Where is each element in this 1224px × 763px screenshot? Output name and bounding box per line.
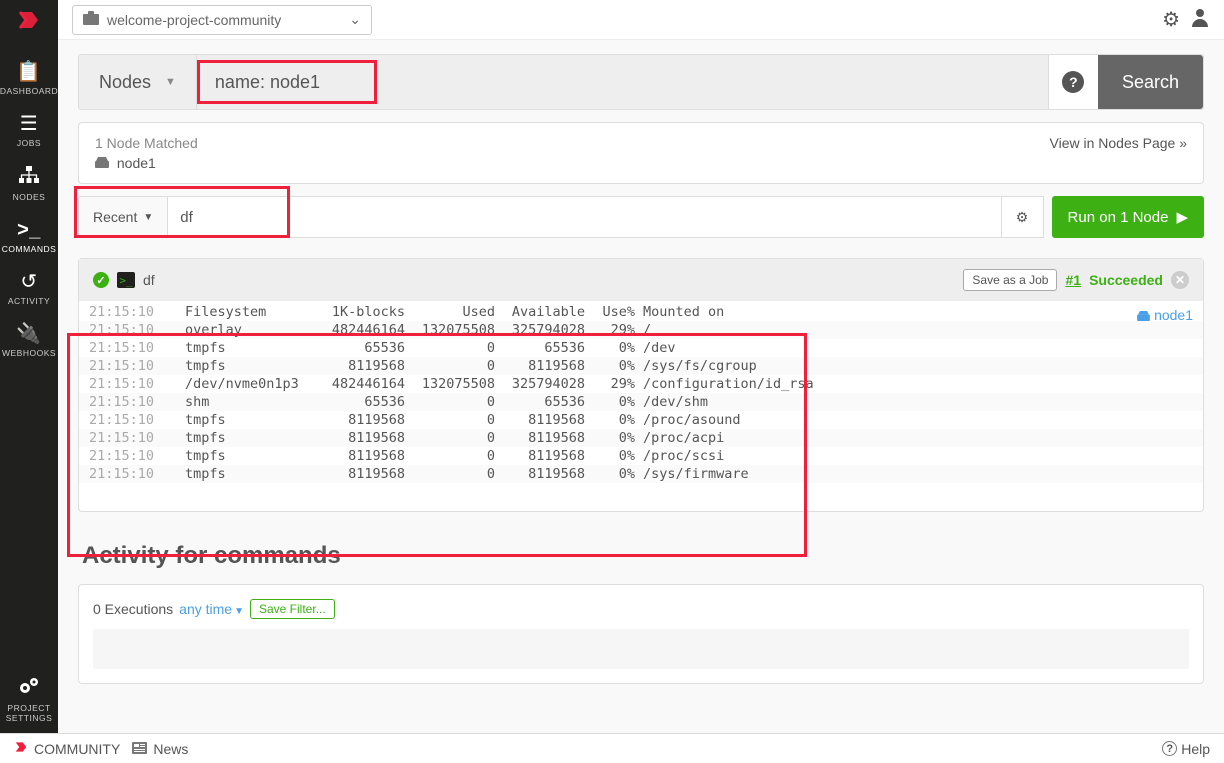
history-icon: ↺: [20, 272, 37, 292]
question-icon: ?: [1162, 741, 1177, 756]
executed-command: df: [143, 272, 155, 288]
nav-label: PROJECT SETTINGS: [0, 704, 58, 723]
nav-label: NODES: [13, 192, 46, 202]
briefcase-icon: [83, 11, 99, 28]
table-row: 21:15:10tmpfs8119568081195680%/proc/acpi: [79, 429, 1203, 447]
nav-jobs[interactable]: ☰ JOBS: [0, 104, 58, 156]
save-filter-button[interactable]: Save Filter...: [250, 599, 335, 619]
node-filter-input[interactable]: [211, 66, 1034, 99]
clipboard-icon: 📋: [16, 62, 41, 82]
command-input-row: Recent ▼ ⚙ Run on 1 Node ▶: [78, 196, 1204, 238]
execution-id-link[interactable]: #1: [1065, 272, 1081, 288]
node-search-bar: Nodes ▼ ? Search: [78, 54, 1204, 110]
list-icon: ☰: [20, 114, 38, 134]
news-icon: [132, 741, 147, 757]
caret-down-icon: ▼: [234, 606, 244, 617]
command-output-panel: ✓ >_ df Save as a Job #1 Succeeded ✕ nod…: [78, 258, 1204, 512]
nav-label: COMMANDS: [2, 244, 57, 254]
project-selector[interactable]: welcome-project-community ⌄: [72, 5, 372, 35]
run-command-button[interactable]: Run on 1 Node ▶: [1052, 196, 1204, 238]
play-icon: ▶: [1176, 208, 1188, 226]
activity-panel: 0 Executions any time▼ Save Filter...: [78, 584, 1204, 684]
link-label: Help: [1181, 741, 1210, 757]
hdd-icon: [95, 155, 113, 171]
nav-webhooks[interactable]: 🔌 WEBHOOKS: [0, 314, 58, 366]
node-name: node1: [117, 155, 156, 171]
table-row: 21:15:10Filesystem1K-blocksUsedAvailable…: [79, 303, 1203, 321]
match-summary: 1 Node Matched: [95, 135, 198, 151]
settings-gear-icon[interactable]: ⚙: [1162, 7, 1180, 32]
terminal-icon: >_: [17, 220, 41, 240]
table-row: 21:15:10tmpfs8119568081195680%/proc/scsi: [79, 447, 1203, 465]
search-help-button[interactable]: ?: [1048, 55, 1098, 109]
gear-icon: ⚙: [1016, 209, 1029, 226]
app-logo-icon[interactable]: [17, 8, 41, 32]
project-name: welcome-project-community: [107, 12, 281, 28]
command-input[interactable]: [167, 196, 1001, 238]
nav-label: DASHBOARD: [0, 86, 58, 96]
nav-label: JOBS: [17, 138, 41, 148]
output-node-link[interactable]: node1: [1137, 307, 1193, 323]
table-row: 21:15:10tmpfs655360655360%/dev: [79, 339, 1203, 357]
close-icon[interactable]: ✕: [1171, 271, 1189, 289]
save-as-job-button[interactable]: Save as a Job: [963, 269, 1057, 291]
dropdown-label: Recent: [93, 209, 137, 225]
sitemap-icon: [19, 166, 39, 188]
output-table: 21:15:10Filesystem1K-blocksUsedAvailable…: [79, 303, 1203, 483]
footer-help-link[interactable]: ? Help: [1162, 741, 1210, 757]
matched-node: node1: [95, 155, 198, 171]
topbar: welcome-project-community ⌄ ⚙: [58, 0, 1224, 40]
user-icon[interactable]: [1190, 7, 1210, 33]
footer-news-link[interactable]: News: [153, 741, 188, 757]
activity-list: [93, 629, 1189, 669]
nodes-dropdown[interactable]: Nodes ▼: [79, 55, 197, 109]
gears-icon: [18, 676, 40, 700]
footer-brand: COMMUNITY: [34, 741, 120, 757]
node-name: node1: [1154, 307, 1193, 323]
button-label: Run on 1 Node: [1068, 209, 1169, 226]
status-label: Succeeded: [1089, 272, 1163, 288]
caret-down-icon: ▼: [165, 76, 176, 88]
activity-heading: Activity for commands: [82, 542, 1204, 570]
button-label: Search: [1122, 72, 1179, 93]
table-row: 21:15:10shm655360655360%/dev/shm: [79, 393, 1203, 411]
nav-activity[interactable]: ↺ ACTIVITY: [0, 262, 58, 314]
table-row: 21:15:10tmpfs8119568081195680%/sys/firmw…: [79, 465, 1203, 483]
table-row: 21:15:10overlay4824461641320755083257940…: [79, 321, 1203, 339]
table-row: 21:15:10/dev/nvme0n1p3482446164132075508…: [79, 375, 1203, 393]
dropdown-label: any time: [179, 601, 232, 617]
table-row: 21:15:10tmpfs8119568081195680%/sys/fs/cg…: [79, 357, 1203, 375]
nav-dashboard[interactable]: 📋 DASHBOARD: [0, 52, 58, 104]
status-ok-icon: ✓: [93, 272, 109, 288]
view-nodes-link[interactable]: View in Nodes Page »: [1050, 135, 1188, 171]
dropdown-label: Nodes: [99, 72, 151, 93]
chevron-down-icon: ⌄: [349, 11, 361, 28]
search-button[interactable]: Search: [1098, 55, 1203, 109]
nodes-matched-panel: 1 Node Matched node1 View in Nodes Page …: [78, 122, 1204, 184]
sidebar: 📋 DASHBOARD ☰ JOBS NODES >_ COMMANDS ↺ A…: [0, 0, 58, 763]
time-filter-dropdown[interactable]: any time▼: [179, 601, 244, 617]
question-icon: ?: [1062, 71, 1084, 93]
nav-label: ACTIVITY: [8, 296, 50, 306]
table-row: 21:15:10tmpfs8119568081195680%/proc/asou…: [79, 411, 1203, 429]
command-settings-button[interactable]: ⚙: [1002, 196, 1044, 238]
nav-nodes[interactable]: NODES: [0, 156, 58, 210]
nav-commands[interactable]: >_ COMMANDS: [0, 210, 58, 262]
terminal-icon: >_: [117, 272, 135, 288]
executions-count: 0 Executions: [93, 601, 173, 617]
plug-icon: 🔌: [16, 324, 41, 344]
footer: COMMUNITY News ? Help: [0, 733, 1224, 763]
nav-label: WEBHOOKS: [2, 348, 56, 358]
recent-dropdown[interactable]: Recent ▼: [78, 196, 167, 238]
caret-down-icon: ▼: [143, 212, 153, 223]
footer-logo-icon: [14, 740, 28, 757]
